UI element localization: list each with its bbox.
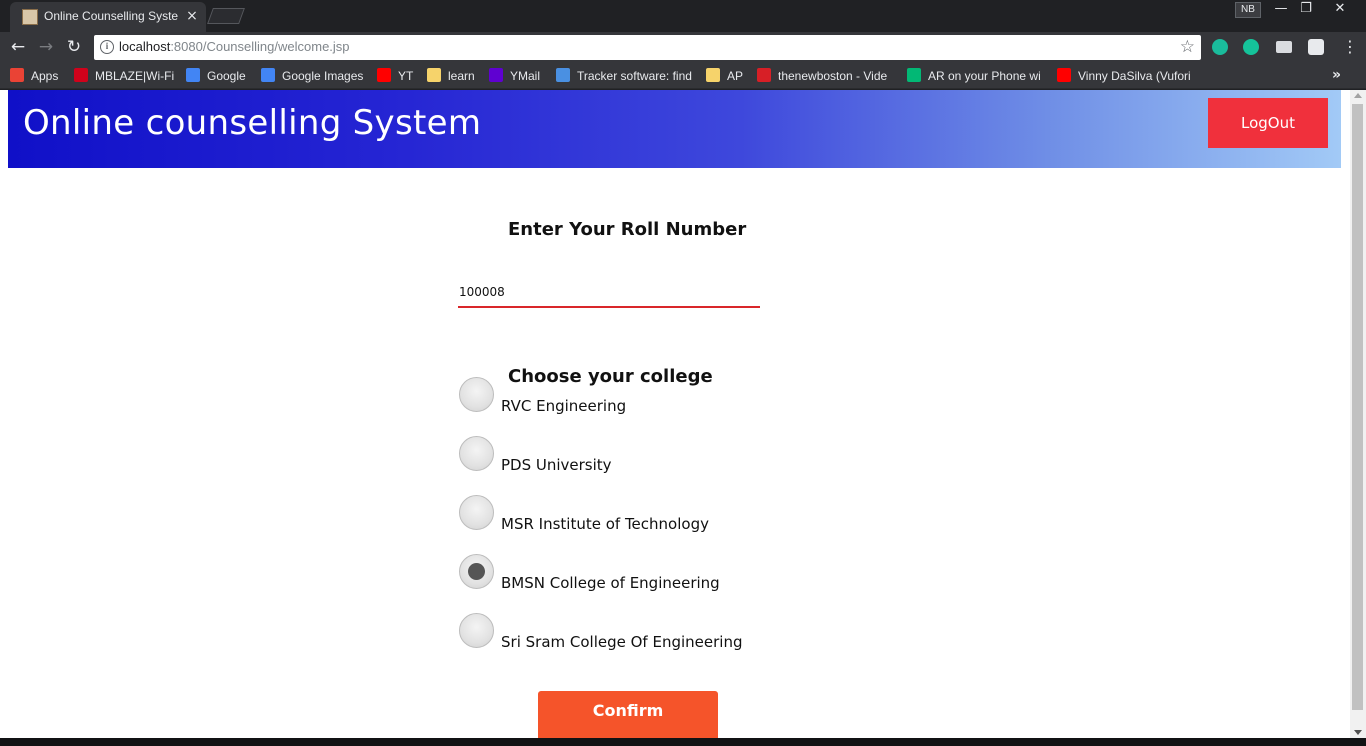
page-favicon-icon bbox=[22, 9, 38, 25]
grammarly-icon[interactable] bbox=[1243, 39, 1259, 55]
logout-button[interactable]: LogOut bbox=[1208, 98, 1328, 148]
radio-selected-dot bbox=[468, 563, 485, 580]
scroll-down-arrow-icon[interactable] bbox=[1354, 730, 1362, 735]
choose-college-label: Choose your college bbox=[508, 366, 713, 387]
bookmark-star-icon[interactable]: ☆ bbox=[1180, 37, 1195, 57]
site-header: Online counselling System LogOut bbox=[8, 90, 1341, 168]
site-title: Online counselling System bbox=[23, 103, 482, 143]
bookmark-label: learn bbox=[448, 69, 475, 83]
confirm-button[interactable]: Confirm bbox=[538, 691, 718, 738]
college-option-label[interactable]: PDS University bbox=[501, 456, 612, 474]
bookmark-label: YMail bbox=[510, 69, 541, 83]
page-scrollbar[interactable] bbox=[1350, 90, 1366, 738]
roll-number-input[interactable] bbox=[458, 278, 760, 308]
bookmarks-bar: Apps MBLAZE|Wi-Fi Google Google Images Y… bbox=[0, 62, 1366, 89]
page-viewport: Online counselling System LogOut Enter Y… bbox=[0, 90, 1350, 738]
bookmark-yt[interactable]: YT bbox=[377, 67, 419, 85]
google-icon bbox=[186, 68, 200, 82]
browser-toolbar: ← → ↻ i localhost:8080/Counselling/welco… bbox=[0, 32, 1366, 62]
bookmark-vinny[interactable]: Vinny DaSilva (Vufori bbox=[1057, 67, 1193, 85]
bookmarks-overflow-icon[interactable]: » bbox=[1332, 67, 1341, 83]
college-radio-msr[interactable] bbox=[459, 495, 494, 530]
bookmark-label: MBLAZE|Wi-Fi bbox=[95, 69, 175, 83]
bookmark-label: Google Images bbox=[282, 69, 364, 83]
mail-extension-icon[interactable] bbox=[1276, 41, 1292, 53]
scrollbar-thumb[interactable] bbox=[1352, 104, 1363, 710]
tab-close-icon[interactable]: × bbox=[184, 7, 200, 25]
bookmark-ymail[interactable]: YMail bbox=[489, 67, 547, 85]
scroll-up-arrow-icon[interactable] bbox=[1354, 93, 1362, 98]
college-option-label[interactable]: BMSN College of Engineering bbox=[501, 574, 720, 592]
bookmark-mblaze[interactable]: MBLAZE|Wi-Fi bbox=[74, 67, 178, 85]
bookmark-label: thenewboston - Vide bbox=[778, 69, 888, 83]
bookmark-label: Vinny DaSilva (Vufori bbox=[1078, 69, 1191, 83]
reload-icon[interactable]: ↻ bbox=[64, 37, 84, 57]
bookmark-tracker[interactable]: Tracker software: find bbox=[556, 67, 694, 85]
folder-icon bbox=[427, 68, 441, 82]
taskbar-edge bbox=[0, 738, 1366, 746]
url-host: localhost bbox=[119, 39, 171, 54]
yahoo-mail-icon bbox=[489, 68, 503, 82]
bookmark-label: YT bbox=[398, 69, 414, 83]
minimize-icon[interactable]: — bbox=[1268, 0, 1294, 18]
medium-icon bbox=[907, 68, 921, 82]
restore-icon[interactable]: ❐ bbox=[1293, 0, 1319, 18]
address-bar[interactable]: i localhost:8080/Counselling/welcome.jsp… bbox=[94, 35, 1201, 60]
bookmark-ar-phone[interactable]: AR on your Phone wi bbox=[907, 67, 1045, 85]
bookmark-label: Apps bbox=[31, 69, 59, 83]
new-tab-button[interactable] bbox=[207, 8, 245, 24]
thenewboston-icon bbox=[757, 68, 771, 82]
youtube-icon bbox=[1057, 68, 1071, 82]
opera-icon bbox=[74, 68, 88, 82]
tracker-icon bbox=[556, 68, 570, 82]
college-option-label[interactable]: RVC Engineering bbox=[501, 397, 626, 415]
browser-menu-icon[interactable]: ⋮ bbox=[1342, 37, 1358, 57]
google-icon bbox=[261, 68, 275, 82]
apps-grid-icon bbox=[10, 68, 24, 82]
bookmark-google-images[interactable]: Google Images bbox=[261, 67, 369, 85]
college-radio-bmsn[interactable] bbox=[459, 554, 494, 589]
youtube-icon bbox=[377, 68, 391, 82]
forward-arrow-icon[interactable]: → bbox=[36, 37, 56, 57]
college-radio-pds[interactable] bbox=[459, 436, 494, 471]
bookmark-thenewboston[interactable]: thenewboston - Vide bbox=[757, 67, 894, 85]
bookmark-ap[interactable]: AP bbox=[706, 67, 748, 85]
window-close-icon[interactable]: ✕ bbox=[1327, 0, 1353, 18]
browser-title-bar: Online Counselling System × NB — ❐ ✕ bbox=[0, 0, 1366, 32]
folder-icon bbox=[706, 68, 720, 82]
bookmark-label: Tracker software: find bbox=[577, 69, 692, 83]
bookmark-google[interactable]: Google bbox=[186, 67, 251, 85]
bookmark-apps[interactable]: Apps bbox=[10, 67, 65, 85]
bookmark-label: Google bbox=[207, 69, 246, 83]
college-option-label[interactable]: Sri Sram College Of Engineering bbox=[501, 633, 742, 651]
url-text[interactable]: localhost:8080/Counselling/welcome.jsp bbox=[119, 39, 350, 54]
browser-tab[interactable]: Online Counselling System × bbox=[10, 2, 206, 32]
profile-badge[interactable]: NB bbox=[1235, 2, 1261, 18]
url-path: :8080/Counselling/welcome.jsp bbox=[170, 39, 350, 54]
bookmark-label: AP bbox=[727, 69, 744, 83]
back-arrow-icon[interactable]: ← bbox=[8, 37, 28, 57]
cube-extension-icon[interactable] bbox=[1308, 39, 1324, 55]
college-radio-sri-sram[interactable] bbox=[459, 613, 494, 648]
bookmark-learn[interactable]: learn bbox=[427, 67, 481, 85]
site-info-icon[interactable]: i bbox=[100, 40, 114, 54]
extension-m-icon[interactable] bbox=[1212, 39, 1228, 55]
bookmark-label: AR on your Phone wi bbox=[928, 69, 1041, 83]
college-option-label[interactable]: MSR Institute of Technology bbox=[501, 515, 709, 533]
tab-title: Online Counselling System bbox=[44, 9, 178, 23]
roll-number-label: Enter Your Roll Number bbox=[508, 219, 747, 240]
college-radio-rvc[interactable] bbox=[459, 377, 494, 412]
